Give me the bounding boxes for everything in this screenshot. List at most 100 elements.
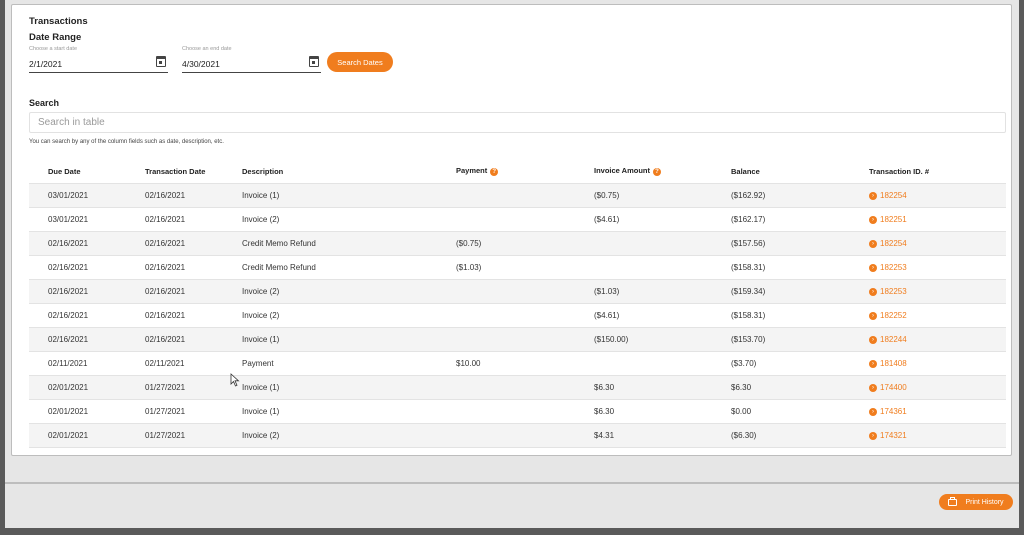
due-date-cell: 02/01/2021	[29, 423, 145, 448]
payment-cell	[456, 207, 594, 232]
end-date-value[interactable]: 4/30/2021	[182, 59, 220, 69]
balance-cell: ($153.70)	[731, 327, 869, 352]
description-cell: Invoice (1)	[242, 375, 456, 400]
transaction-id-cell: › 182253	[869, 279, 1006, 304]
table-row: 02/16/2021 02/16/2021 Invoice (2) ($4.61) ($…	[29, 303, 1006, 328]
balance-cell: ($157.56)	[731, 231, 869, 256]
transaction-id-text: 174361	[880, 407, 907, 416]
column-label: Balance	[731, 166, 760, 176]
end-date-hint: Choose an end date	[182, 46, 232, 52]
column-label: Due Date	[48, 166, 81, 176]
column-header-due-date[interactable]: Due Date	[29, 159, 145, 184]
table-row: 02/01/2021 01/27/2021 Invoice (2) $4.31 ($6.…	[29, 423, 1006, 448]
transaction-id-link[interactable]: › 182254	[869, 239, 907, 248]
transaction-id-cell: › 181408	[869, 351, 1006, 376]
end-date-underline	[182, 72, 321, 73]
transaction-id-cell: › 182251	[869, 207, 1006, 232]
transaction-id-link[interactable]: › 182254	[869, 191, 907, 200]
balance-cell: ($158.31)	[731, 255, 869, 280]
table-row: 02/01/2021 01/27/2021 Invoice (1) $6.30 $6.3…	[29, 375, 1006, 400]
column-label: Invoice Amount	[594, 166, 650, 176]
column-header-transaction-id[interactable]: Transaction ID. #	[869, 159, 1006, 184]
start-date-value[interactable]: 2/1/2021	[29, 59, 62, 69]
arrow-circle-icon: ›	[869, 287, 877, 296]
print-history-button[interactable]: Print History	[939, 494, 1013, 510]
column-header-invoice-amount[interactable]: Invoice Amount?	[594, 159, 731, 184]
transaction-id-text: 174321	[880, 431, 907, 440]
payment-cell: ($0.75)	[456, 231, 594, 256]
invoice-amount-cell: ($1.03)	[594, 279, 731, 304]
column-label: Description	[242, 166, 284, 176]
transaction-id-link[interactable]: › 182253	[869, 263, 907, 272]
payment-cell	[456, 423, 594, 448]
transaction-id-link[interactable]: › 182252	[869, 311, 907, 320]
arrow-circle-icon: ›	[869, 263, 877, 272]
column-label: Transaction ID. #	[869, 166, 930, 176]
table-row: 02/16/2021 02/16/2021 Invoice (2) ($1.03) ($…	[29, 279, 1006, 304]
transaction-id-text: 182252	[880, 311, 907, 320]
balance-cell: ($159.34)	[731, 279, 869, 304]
footer-divider	[5, 482, 1019, 484]
invoice-amount-cell	[594, 351, 731, 376]
transaction-id-link[interactable]: › 174400	[869, 383, 907, 392]
due-date-cell: 03/01/2021	[29, 183, 145, 208]
mouse-cursor-icon	[230, 373, 240, 387]
transaction-id-cell: › 182244	[869, 327, 1006, 352]
transaction-id-link[interactable]: › 181408	[869, 359, 907, 368]
transaction-id-cell: › 182254	[869, 231, 1006, 256]
table-body: 03/01/2021 02/16/2021 Invoice (1) ($0.75) ($…	[29, 183, 1006, 448]
start-date-field[interactable]: Choose a start date 2/1/2021	[29, 46, 168, 73]
balance-cell: ($162.17)	[731, 207, 869, 232]
transaction-id-text: 182253	[880, 263, 907, 272]
payment-cell	[456, 303, 594, 328]
transaction-id-link[interactable]: › 174321	[869, 431, 907, 440]
transaction-id-link[interactable]: › 182253	[869, 287, 907, 296]
search-help-text: You can search by any of the column fiel…	[29, 139, 224, 145]
table-row: 02/01/2021 01/27/2021 Invoice (1) $6.30 $0.0…	[29, 399, 1006, 424]
transaction-date-cell: 02/16/2021	[145, 183, 242, 208]
help-icon[interactable]: ?	[652, 167, 661, 176]
transaction-id-text: 174400	[880, 383, 907, 392]
column-header-payment[interactable]: Payment?	[456, 159, 594, 184]
transaction-date-cell: 02/16/2021	[145, 231, 242, 256]
column-header-transaction-date[interactable]: Transaction Date	[145, 159, 242, 184]
transactions-table: Due Date Transaction Date Description Pa…	[29, 159, 1006, 448]
description-cell: Invoice (2)	[242, 207, 456, 232]
description-cell: Invoice (1)	[242, 327, 456, 352]
payment-cell: ($1.03)	[456, 255, 594, 280]
calendar-icon[interactable]	[309, 56, 319, 67]
payment-cell	[456, 183, 594, 208]
due-date-cell: 02/16/2021	[29, 327, 145, 352]
table-row: 03/01/2021 02/16/2021 Invoice (1) ($0.75) ($…	[29, 183, 1006, 208]
transaction-id-cell: › 174321	[869, 423, 1006, 448]
due-date-cell: 02/16/2021	[29, 279, 145, 304]
transaction-id-link[interactable]: › 182251	[869, 215, 907, 224]
end-date-field[interactable]: Choose an end date 4/30/2021	[182, 46, 321, 73]
search-dates-button[interactable]: Search Dates	[327, 52, 393, 72]
invoice-amount-cell: $6.30	[594, 399, 731, 424]
balance-cell: ($162.92)	[731, 183, 869, 208]
page: Transactions Date Range Choose a start d…	[5, 0, 1019, 528]
column-header-description[interactable]: Description	[242, 159, 456, 184]
balance-cell: $6.30	[731, 375, 869, 400]
balance-cell: ($6.30)	[731, 423, 869, 448]
arrow-circle-icon: ›	[869, 431, 877, 440]
payment-cell: $10.00	[456, 351, 594, 376]
due-date-cell: 02/16/2021	[29, 303, 145, 328]
card-title: Transactions	[29, 16, 88, 27]
table-row: 02/16/2021 02/16/2021 Credit Memo Refund ($…	[29, 231, 1006, 256]
invoice-amount-cell	[594, 255, 731, 280]
due-date-cell: 02/11/2021	[29, 351, 145, 376]
transaction-id-cell: › 182252	[869, 303, 1006, 328]
calendar-icon[interactable]	[156, 56, 166, 67]
transaction-id-link[interactable]: › 174361	[869, 407, 907, 416]
column-header-balance[interactable]: Balance	[731, 159, 869, 184]
transaction-date-cell: 01/27/2021	[145, 375, 242, 400]
transaction-id-link[interactable]: › 182244	[869, 335, 907, 344]
payment-cell	[456, 279, 594, 304]
help-icon[interactable]: ?	[490, 167, 499, 176]
transactions-card: Transactions Date Range Choose a start d…	[11, 4, 1012, 456]
search-input[interactable]	[29, 112, 1006, 133]
invoice-amount-cell: ($0.75)	[594, 183, 731, 208]
transaction-id-text: 182254	[880, 191, 907, 200]
